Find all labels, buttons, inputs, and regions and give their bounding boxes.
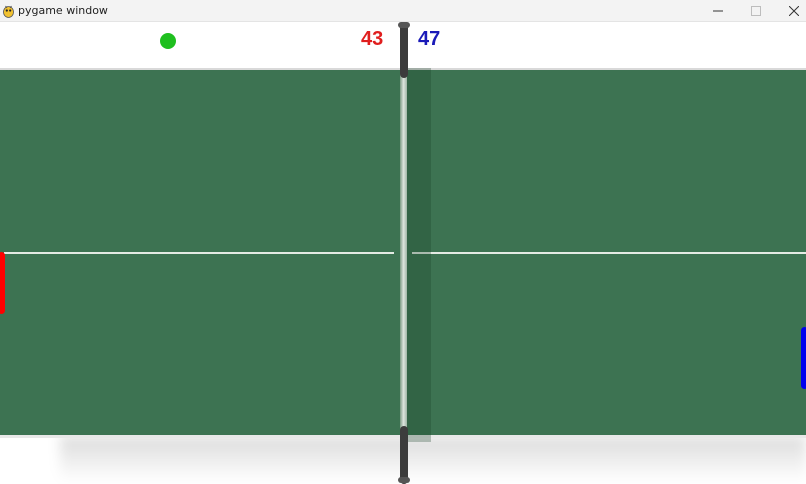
net-shadow	[407, 68, 431, 442]
right-paddle	[801, 327, 806, 389]
maximize-button[interactable]	[738, 0, 774, 22]
center-line-left	[4, 252, 394, 254]
ball	[160, 33, 176, 49]
title-bar: pygame window	[0, 0, 806, 22]
left-player-score: 43	[361, 28, 384, 50]
net-post-bottom	[400, 426, 408, 484]
left-paddle	[0, 252, 5, 314]
net-post-top	[400, 22, 408, 78]
table-shadow	[60, 436, 806, 482]
pygame-icon	[2, 3, 15, 18]
close-icon	[789, 6, 799, 16]
net-post-cap-top	[398, 22, 410, 28]
maximize-icon	[751, 6, 761, 16]
close-button[interactable]	[776, 0, 806, 22]
ping-pong-table	[0, 68, 806, 442]
game-canvas[interactable]: 43 47	[0, 22, 806, 484]
minimize-button[interactable]	[700, 0, 736, 22]
minimize-icon	[713, 10, 723, 12]
net	[400, 68, 407, 442]
right-player-score: 47	[418, 28, 441, 50]
net-post-cap-bottom	[398, 477, 410, 483]
window-title: pygame window	[18, 4, 108, 17]
center-line-right	[412, 252, 806, 254]
